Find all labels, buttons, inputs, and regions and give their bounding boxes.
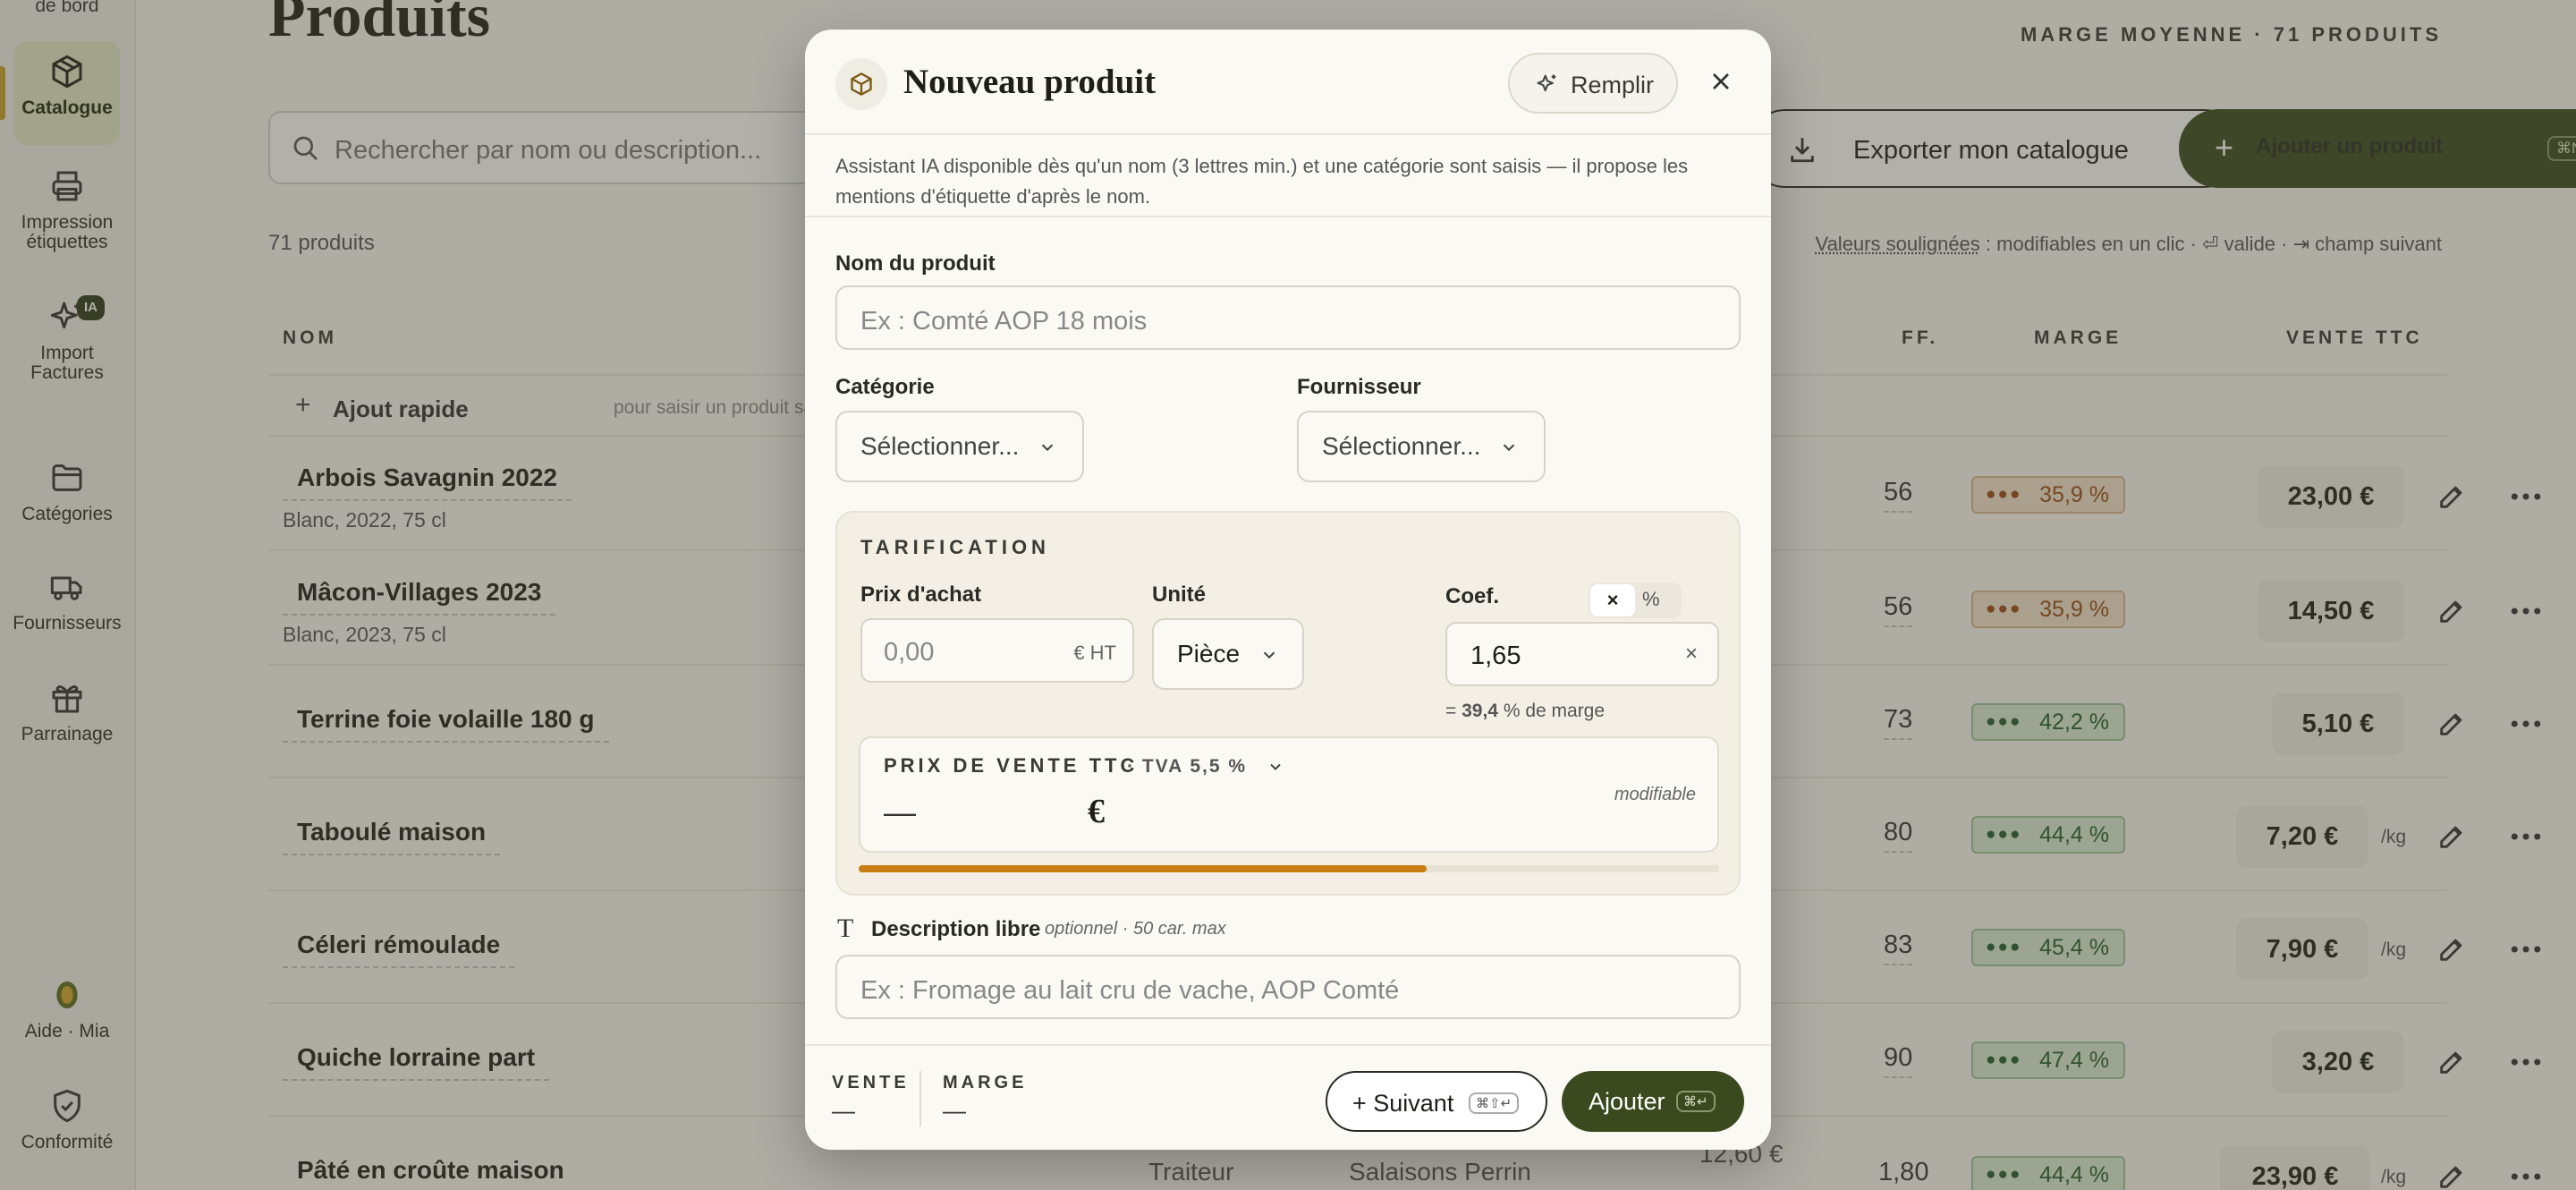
- purchase-price-input[interactable]: 0,00 € HT: [860, 618, 1134, 683]
- chevron-down-icon: [1503, 444, 1515, 452]
- category-select[interactable]: Sélectionner...: [835, 411, 1084, 482]
- purchase-price-label: Prix d'achat: [860, 582, 982, 607]
- product-name-placeholder: Ex : Comté AOP 18 mois: [860, 307, 1148, 336]
- purchase-price-suffix: € HT: [1073, 642, 1116, 664]
- supplier-value: Sélectionner...: [1322, 432, 1481, 460]
- chevron-down-icon: [1041, 444, 1054, 452]
- chevron-down-icon: [1263, 651, 1275, 659]
- box-icon: [851, 72, 872, 96]
- footer-vente-label: VENTE: [832, 1073, 910, 1092]
- category-value: Sélectionner...: [860, 432, 1020, 460]
- unit-select[interactable]: Pièce: [1152, 618, 1304, 690]
- unit-label: Unité: [1152, 582, 1206, 607]
- footer-marge-label: MARGE: [943, 1073, 1028, 1092]
- margin-progress-fill: [859, 865, 1427, 872]
- add-next-button[interactable]: + Suivant ⌘⇧↵: [1326, 1071, 1547, 1132]
- sale-price-value[interactable]: —: [884, 794, 916, 831]
- ai-fill-label: Remplir: [1571, 72, 1655, 98]
- currency-symbol: €: [1088, 793, 1105, 830]
- supplier-select[interactable]: Sélectionner...: [1297, 411, 1546, 482]
- product-name-input[interactable]: Ex : Comté AOP 18 mois: [835, 285, 1741, 350]
- add-next-shortcut: ⌘⇧↵: [1469, 1092, 1520, 1114]
- description-hint: optionnel · 50 car. max: [1045, 919, 1226, 939]
- ai-assistant-info: Assistant IA disponible dès qu'un nom (3…: [805, 135, 1771, 217]
- chevron-down-icon: [1270, 763, 1281, 770]
- unit-value: Pièce: [1177, 640, 1241, 667]
- product-box-icon-wrap: [835, 58, 887, 110]
- margin-prefix: =: [1445, 701, 1462, 721]
- description-placeholder: Ex : Fromage au lait cru de vache, AOP C…: [860, 976, 1400, 1005]
- pricing-title: TARIFICATION: [860, 536, 1050, 558]
- toggle-percent-option[interactable]: %: [1642, 588, 1660, 611]
- margin-progress-bar: [859, 865, 1719, 872]
- coef-label: Coef.: [1445, 584, 1499, 608]
- modal-footer: VENTE — MARGE — + Suivant ⌘⇧↵ Ajouter ⌘↵: [805, 1044, 1771, 1150]
- supplier-label: Fournisseur: [1297, 375, 1421, 399]
- category-label: Catégorie: [835, 375, 935, 399]
- close-icon[interactable]: [1707, 67, 1735, 96]
- description-label: Description libre: [871, 917, 1041, 941]
- footer-vente-value: —: [832, 1097, 855, 1124]
- footer-marge: MARGE —: [943, 1073, 1027, 1125]
- footer-divider: [919, 1071, 921, 1126]
- text-format-icon: T: [837, 914, 854, 943]
- margin-suffix: % de marge: [1497, 701, 1606, 721]
- add-button[interactable]: Ajouter ⌘↵: [1562, 1071, 1744, 1132]
- sale-price-box[interactable]: PRIX DE VENTE TTC · TVA 5,5 % — € modifi…: [859, 736, 1719, 853]
- modal-title: Nouveau produit: [903, 63, 1157, 101]
- sparkle-icon: [1537, 74, 1556, 92]
- margin-result-value: 39,4: [1462, 701, 1498, 721]
- clear-icon[interactable]: ×: [1685, 642, 1698, 667]
- pricing-section: TARIFICATION Prix d'achat 0,00 € HT Unit…: [835, 511, 1741, 896]
- coef-mode-toggle[interactable]: × %: [1589, 582, 1682, 618]
- modifiable-hint: modifiable: [1614, 785, 1696, 804]
- new-product-modal: Nouveau produit Remplir Assistant IA dis…: [805, 30, 1771, 1150]
- add-label: Ajouter: [1589, 1088, 1665, 1115]
- coef-input-value: 1,65: [1470, 642, 1521, 670]
- name-label: Nom du produit: [835, 251, 996, 276]
- purchase-price-placeholder: 0,00: [884, 638, 935, 667]
- tva-select[interactable]: · TVA 5,5 %: [1127, 756, 1247, 778]
- add-next-label: + Suivant: [1352, 1090, 1454, 1117]
- add-shortcut: ⌘↵: [1676, 1091, 1716, 1112]
- footer-vente: VENTE —: [832, 1073, 910, 1125]
- toggle-coef-option[interactable]: ×: [1590, 584, 1635, 616]
- ai-fill-button[interactable]: Remplir: [1508, 53, 1678, 114]
- sale-price-label: PRIX DE VENTE TTC: [884, 754, 1139, 777]
- footer-marge-value: —: [943, 1097, 966, 1124]
- margin-result: = 39,4 % de marge: [1445, 701, 1605, 722]
- coef-input[interactable]: 1,65 ×: [1445, 622, 1719, 686]
- modal-header: Nouveau produit Remplir: [805, 30, 1771, 135]
- description-input[interactable]: Ex : Fromage au lait cru de vache, AOP C…: [835, 955, 1741, 1019]
